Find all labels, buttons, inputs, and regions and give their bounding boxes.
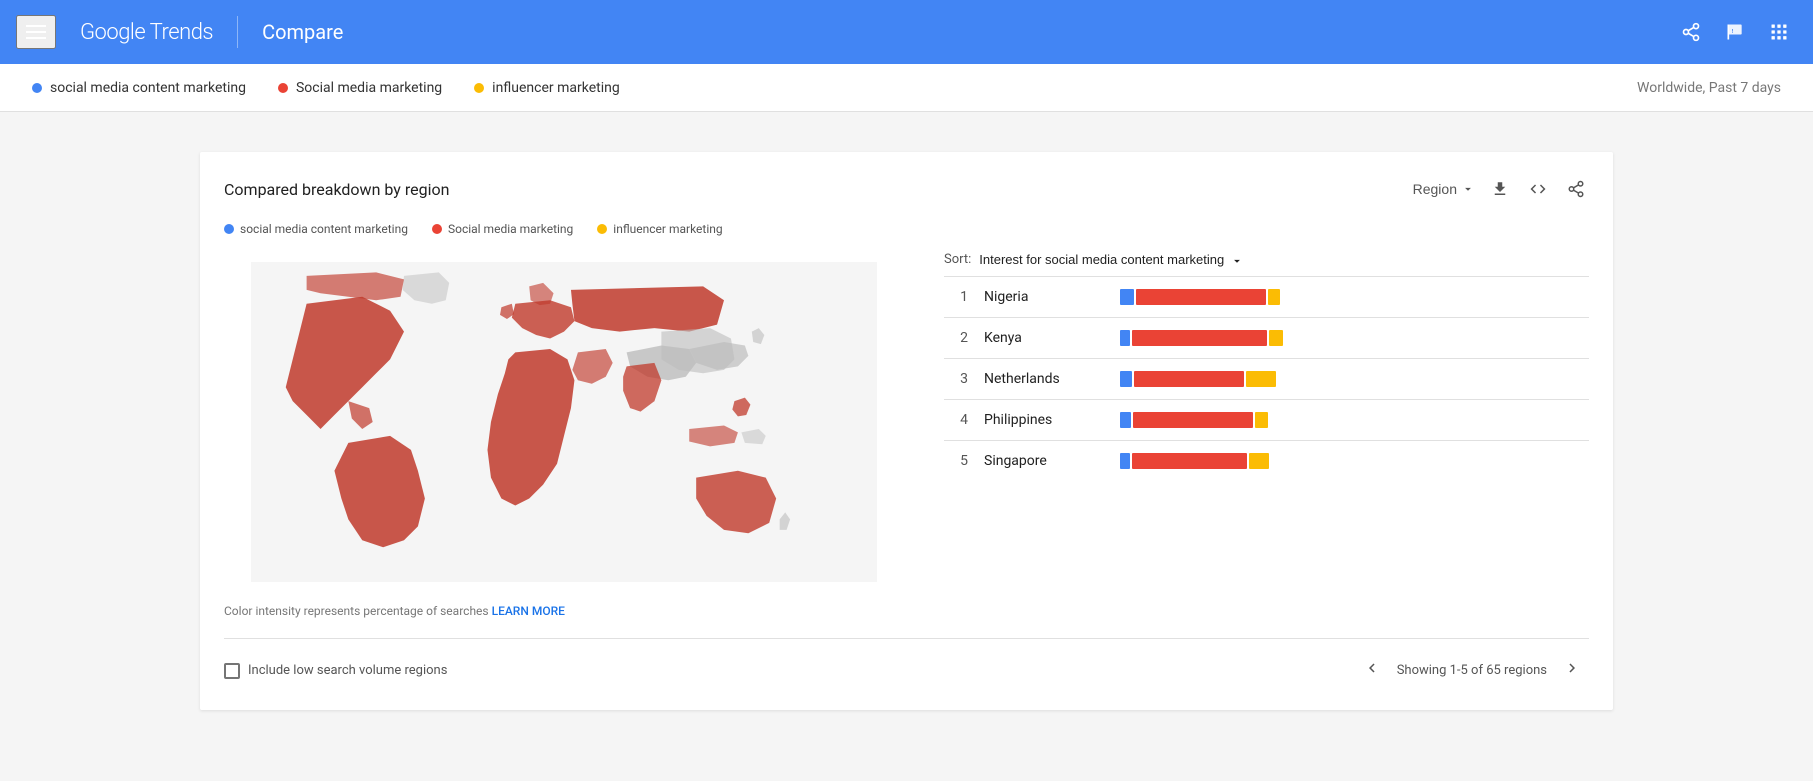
rank-bars xyxy=(1120,371,1589,387)
apps-icon xyxy=(1769,22,1789,42)
chevron-down-icon xyxy=(1461,182,1475,196)
section-share-icon xyxy=(1567,180,1585,198)
content-area: Color intensity represents percentage of… xyxy=(224,252,1589,618)
bar-segment xyxy=(1136,289,1266,305)
bar-segment xyxy=(1120,330,1130,346)
app-logo: Google Trends xyxy=(80,20,213,45)
location-time-label: Worldwide, Past 7 days xyxy=(1637,80,1781,96)
download-button[interactable] xyxy=(1487,176,1513,202)
bar-segment xyxy=(1269,330,1283,346)
card-title: Compared breakdown by region xyxy=(224,180,449,199)
rank-bars xyxy=(1120,453,1589,469)
apps-button[interactable] xyxy=(1761,14,1797,50)
chevron-left-icon xyxy=(1363,659,1381,677)
rank-bars xyxy=(1120,289,1589,305)
region-dropdown[interactable]: Region xyxy=(1413,181,1475,197)
sort-dropdown[interactable]: Interest for social media content market… xyxy=(979,252,1244,268)
rank-country: Nigeria xyxy=(984,289,1104,305)
bar-segment xyxy=(1249,453,1269,469)
bar-segment xyxy=(1268,289,1280,305)
term-item-2: Social media marketing xyxy=(278,80,442,96)
pagination-prev-button[interactable] xyxy=(1355,655,1389,686)
low-volume-checkbox[interactable] xyxy=(224,663,240,679)
legend-dot-2 xyxy=(432,224,442,234)
rank-bars xyxy=(1120,412,1589,428)
table-row: 5 Singapore xyxy=(944,440,1589,481)
bar-segment xyxy=(1132,330,1267,346)
learn-more-link[interactable]: LEARN MORE xyxy=(492,604,565,618)
bar-segment xyxy=(1246,371,1276,387)
feedback-button[interactable]: ! xyxy=(1717,14,1753,50)
term-item-3: influencer marketing xyxy=(474,80,620,96)
legend-item-2: Social media marketing xyxy=(432,222,573,236)
menu-button[interactable] xyxy=(16,15,56,49)
bar-segment xyxy=(1120,412,1131,428)
rank-number: 4 xyxy=(944,412,968,428)
legend-item-3: influencer marketing xyxy=(597,222,722,236)
map-container xyxy=(224,252,904,592)
legend-dot-1 xyxy=(224,224,234,234)
pagination: Showing 1-5 of 65 regions xyxy=(1355,655,1589,686)
rankings-area: Sort: Interest for social media content … xyxy=(944,252,1589,618)
term-item-1: social media content marketing xyxy=(32,80,246,96)
feedback-icon: ! xyxy=(1725,22,1745,42)
sort-chevron-icon xyxy=(1230,254,1244,268)
share-button[interactable] xyxy=(1673,14,1709,50)
bar-segment xyxy=(1120,289,1134,305)
table-row: 3 Netherlands xyxy=(944,358,1589,399)
map-area: Color intensity represents percentage of… xyxy=(224,252,904,618)
rank-number: 3 xyxy=(944,371,968,387)
table-row: 1 Nigeria xyxy=(944,276,1589,317)
embed-icon xyxy=(1529,180,1547,198)
card-header: Compared breakdown by region Region xyxy=(224,176,1589,202)
rank-bars xyxy=(1120,330,1589,346)
header-actions: ! xyxy=(1673,14,1797,50)
map-caption: Color intensity represents percentage of… xyxy=(224,604,904,618)
term-dot-2 xyxy=(278,83,288,93)
pagination-next-button[interactable] xyxy=(1555,655,1589,686)
main-content: Compared breakdown by region Region xyxy=(0,112,1813,730)
bar-segment xyxy=(1120,453,1130,469)
legend-dot-3 xyxy=(597,224,607,234)
terms-bar: social media content marketing Social me… xyxy=(0,64,1813,112)
legend-row: social media content marketing Social me… xyxy=(224,222,1589,236)
bar-segment xyxy=(1120,371,1132,387)
rank-number: 5 xyxy=(944,453,968,469)
rank-country: Philippines xyxy=(984,412,1104,428)
chevron-right-icon xyxy=(1563,659,1581,677)
world-map xyxy=(239,262,889,582)
term-dot-1 xyxy=(32,83,42,93)
page-title-header: Compare xyxy=(262,20,343,44)
download-icon xyxy=(1491,180,1509,198)
table-row: 2 Kenya xyxy=(944,317,1589,358)
bar-segment xyxy=(1255,412,1268,428)
bar-segment xyxy=(1132,453,1247,469)
app-header: Google Trends Compare ! xyxy=(0,0,1813,64)
bar-segment xyxy=(1133,412,1253,428)
rank-number: 2 xyxy=(944,330,968,346)
section-share-button[interactable] xyxy=(1563,176,1589,202)
legend-item-1: social media content marketing xyxy=(224,222,408,236)
header-divider xyxy=(237,16,238,48)
region-breakdown-card: Compared breakdown by region Region xyxy=(200,152,1613,710)
sort-row: Sort: Interest for social media content … xyxy=(944,252,1589,268)
embed-button[interactable] xyxy=(1525,176,1551,202)
card-controls: Region xyxy=(1413,176,1589,202)
rank-country: Netherlands xyxy=(984,371,1104,387)
rank-country: Kenya xyxy=(984,330,1104,346)
term-dot-3 xyxy=(474,83,484,93)
pagination-text: Showing 1-5 of 65 regions xyxy=(1397,663,1547,678)
rankings-container: 1 Nigeria 2 Kenya 3 Netherlands 4 Philippines 5S… xyxy=(944,276,1589,481)
bar-segment xyxy=(1134,371,1244,387)
rank-number: 1 xyxy=(944,289,968,305)
card-footer: Include low search volume regions Showin… xyxy=(224,638,1589,686)
svg-text:!: ! xyxy=(1732,29,1734,35)
rank-country: Singapore xyxy=(984,453,1104,469)
share-icon xyxy=(1681,22,1701,42)
low-volume-checkbox-label[interactable]: Include low search volume regions xyxy=(224,663,447,679)
table-row: 4 Philippines xyxy=(944,399,1589,440)
